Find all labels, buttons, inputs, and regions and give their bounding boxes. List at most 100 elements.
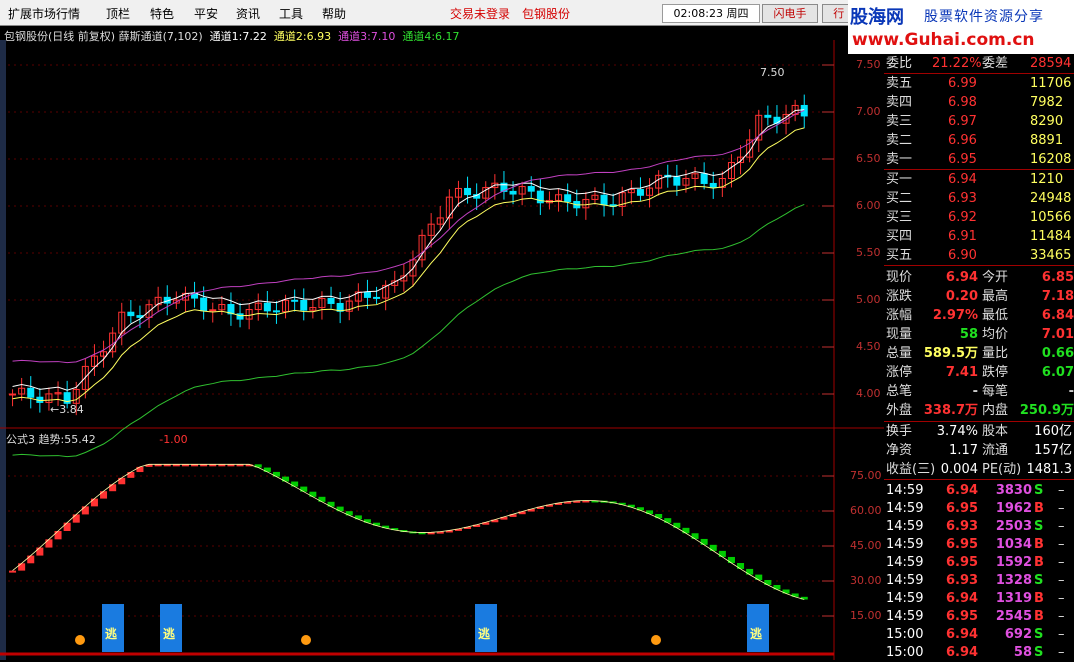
candle-body (673, 176, 681, 186)
trend-block (664, 518, 672, 523)
candle-body (464, 187, 472, 196)
trend-block (263, 467, 271, 472)
ask-row[interactable]: 卖四 6.98 7982 (884, 93, 1074, 112)
kline-chart[interactable]: 7.50 ←3.84 逃 逃 逃 逃 (0, 0, 884, 660)
candle-body (300, 299, 308, 311)
ask-row[interactable]: 卖一 6.95 16208 (884, 150, 1074, 169)
buy-dot (75, 635, 85, 645)
candle-body (327, 297, 335, 304)
buy-dot (651, 635, 661, 645)
trend-block (655, 514, 663, 519)
tick-row: 14:59 6.93 2503 S – (886, 519, 1065, 534)
candle-body (764, 114, 772, 118)
stat-row: 涨停 7.41 跌停 6.07 (886, 365, 1074, 380)
channel4-line (12, 203, 805, 458)
trend-block (309, 491, 317, 497)
candle-body (509, 190, 517, 195)
stat-row: 涨幅 2.97% 最低 6.84 (886, 308, 1074, 323)
bid-row[interactable]: 买五 6.90 33465 (884, 246, 1074, 265)
escape-signal-label: 逃 (105, 626, 118, 641)
channel3-line (12, 109, 805, 364)
trend-block (18, 563, 26, 571)
indicator-tick: 30.00 (850, 574, 882, 587)
indicator-tick: 45.00 (850, 539, 882, 552)
trend-block (773, 584, 781, 590)
tick-row: 14:59 6.95 1962 B – (886, 501, 1065, 516)
indicator-tick: 15.00 (850, 609, 882, 622)
candle-body (127, 311, 135, 317)
bid-row[interactable]: 买三 6.92 10566 (884, 208, 1074, 227)
trend-block (282, 476, 290, 482)
candle-body (27, 387, 35, 398)
candle-body (272, 310, 280, 313)
trend-block (354, 515, 362, 520)
webi-value: 21.22% (932, 56, 982, 71)
trend-block (272, 471, 280, 477)
candle-body (373, 296, 381, 299)
trend-block (764, 579, 772, 585)
price-tick: 7.50 (856, 58, 881, 71)
quote-panel: 委比 21.22% 委差 28594 卖五 6.99 11706 卖四 6.98… (884, 54, 1074, 660)
price-tick: 4.50 (856, 340, 881, 353)
candle-body (291, 299, 299, 302)
stat-row: 现量 58 均价 7.01 (886, 327, 1074, 342)
trend-block (136, 466, 144, 473)
ask-row[interactable]: 卖三 6.97 8290 (884, 112, 1074, 131)
ask-row[interactable]: 卖五 6.99 11706 (884, 74, 1074, 93)
channel1-line (12, 109, 805, 391)
bid-row[interactable]: 买一 6.94 1210 (884, 170, 1074, 189)
indicator-tick: 75.00 (850, 469, 882, 482)
trend-block (45, 539, 53, 548)
channel2-line (12, 127, 805, 403)
candle-body (709, 182, 717, 188)
trend-block (746, 568, 754, 575)
price-tick: 5.00 (856, 293, 881, 306)
trend-block (755, 574, 763, 580)
tick-row: 14:59 6.94 3830 S – (886, 483, 1065, 498)
trend-block (72, 514, 80, 523)
logo-slogan: 股票软件资源分享 (924, 9, 1044, 25)
price-tick: 6.00 (856, 199, 881, 212)
weicha-value: 28594 (1030, 56, 1072, 71)
tick-row: 15:00 6.94 58 S – (886, 645, 1065, 660)
bid-row[interactable]: 买四 6.91 11484 (884, 227, 1074, 246)
trend-block (109, 484, 117, 492)
stat-row: 总量 589.5万 量比 0.66 (886, 346, 1074, 361)
bid-row[interactable]: 买二 6.93 24948 (884, 189, 1074, 208)
candle-body (600, 194, 608, 206)
escape-signal-label: 逃 (163, 626, 176, 641)
trend-block (318, 496, 326, 502)
price-tick: 5.50 (856, 246, 881, 259)
price-tick: 4.00 (856, 387, 881, 400)
trend-block (90, 498, 98, 507)
candle-body (700, 173, 708, 184)
trend-block (336, 506, 344, 512)
finance-row: 换手 3.74% 股本 160亿 (886, 424, 1072, 439)
candle-body (564, 194, 572, 202)
candle-body (200, 297, 208, 312)
trend-block (646, 510, 654, 515)
tick-row: 15:00 6.94 692 S – (886, 627, 1065, 642)
trend-block (127, 472, 135, 478)
tick-row: 14:59 6.95 1592 B – (886, 555, 1065, 570)
trend-block (54, 531, 62, 540)
trend-block (673, 522, 681, 528)
trend-block (700, 538, 708, 545)
trend-block (345, 511, 353, 516)
trend-block (63, 522, 71, 532)
escape-signal-label: 逃 (750, 626, 763, 641)
trend-block (81, 506, 89, 515)
trend-block (682, 527, 690, 534)
stat-row: 总笔 - 每笔 - (886, 384, 1074, 399)
trend-block (691, 533, 699, 539)
tick-row: 14:59 6.95 2545 B – (886, 609, 1065, 624)
tick-row: 14:59 6.93 1328 S – (886, 573, 1065, 588)
high-annotation: 7.50 (760, 66, 785, 79)
trend-block (118, 477, 126, 485)
candle-body (527, 186, 535, 192)
stat-row: 外盘 338.7万 内盘 250.9万 (886, 403, 1074, 418)
candle-body (209, 309, 217, 312)
escape-signal-label: 逃 (478, 626, 491, 641)
trend-block (27, 555, 35, 564)
ask-row[interactable]: 卖二 6.96 8891 (884, 131, 1074, 150)
